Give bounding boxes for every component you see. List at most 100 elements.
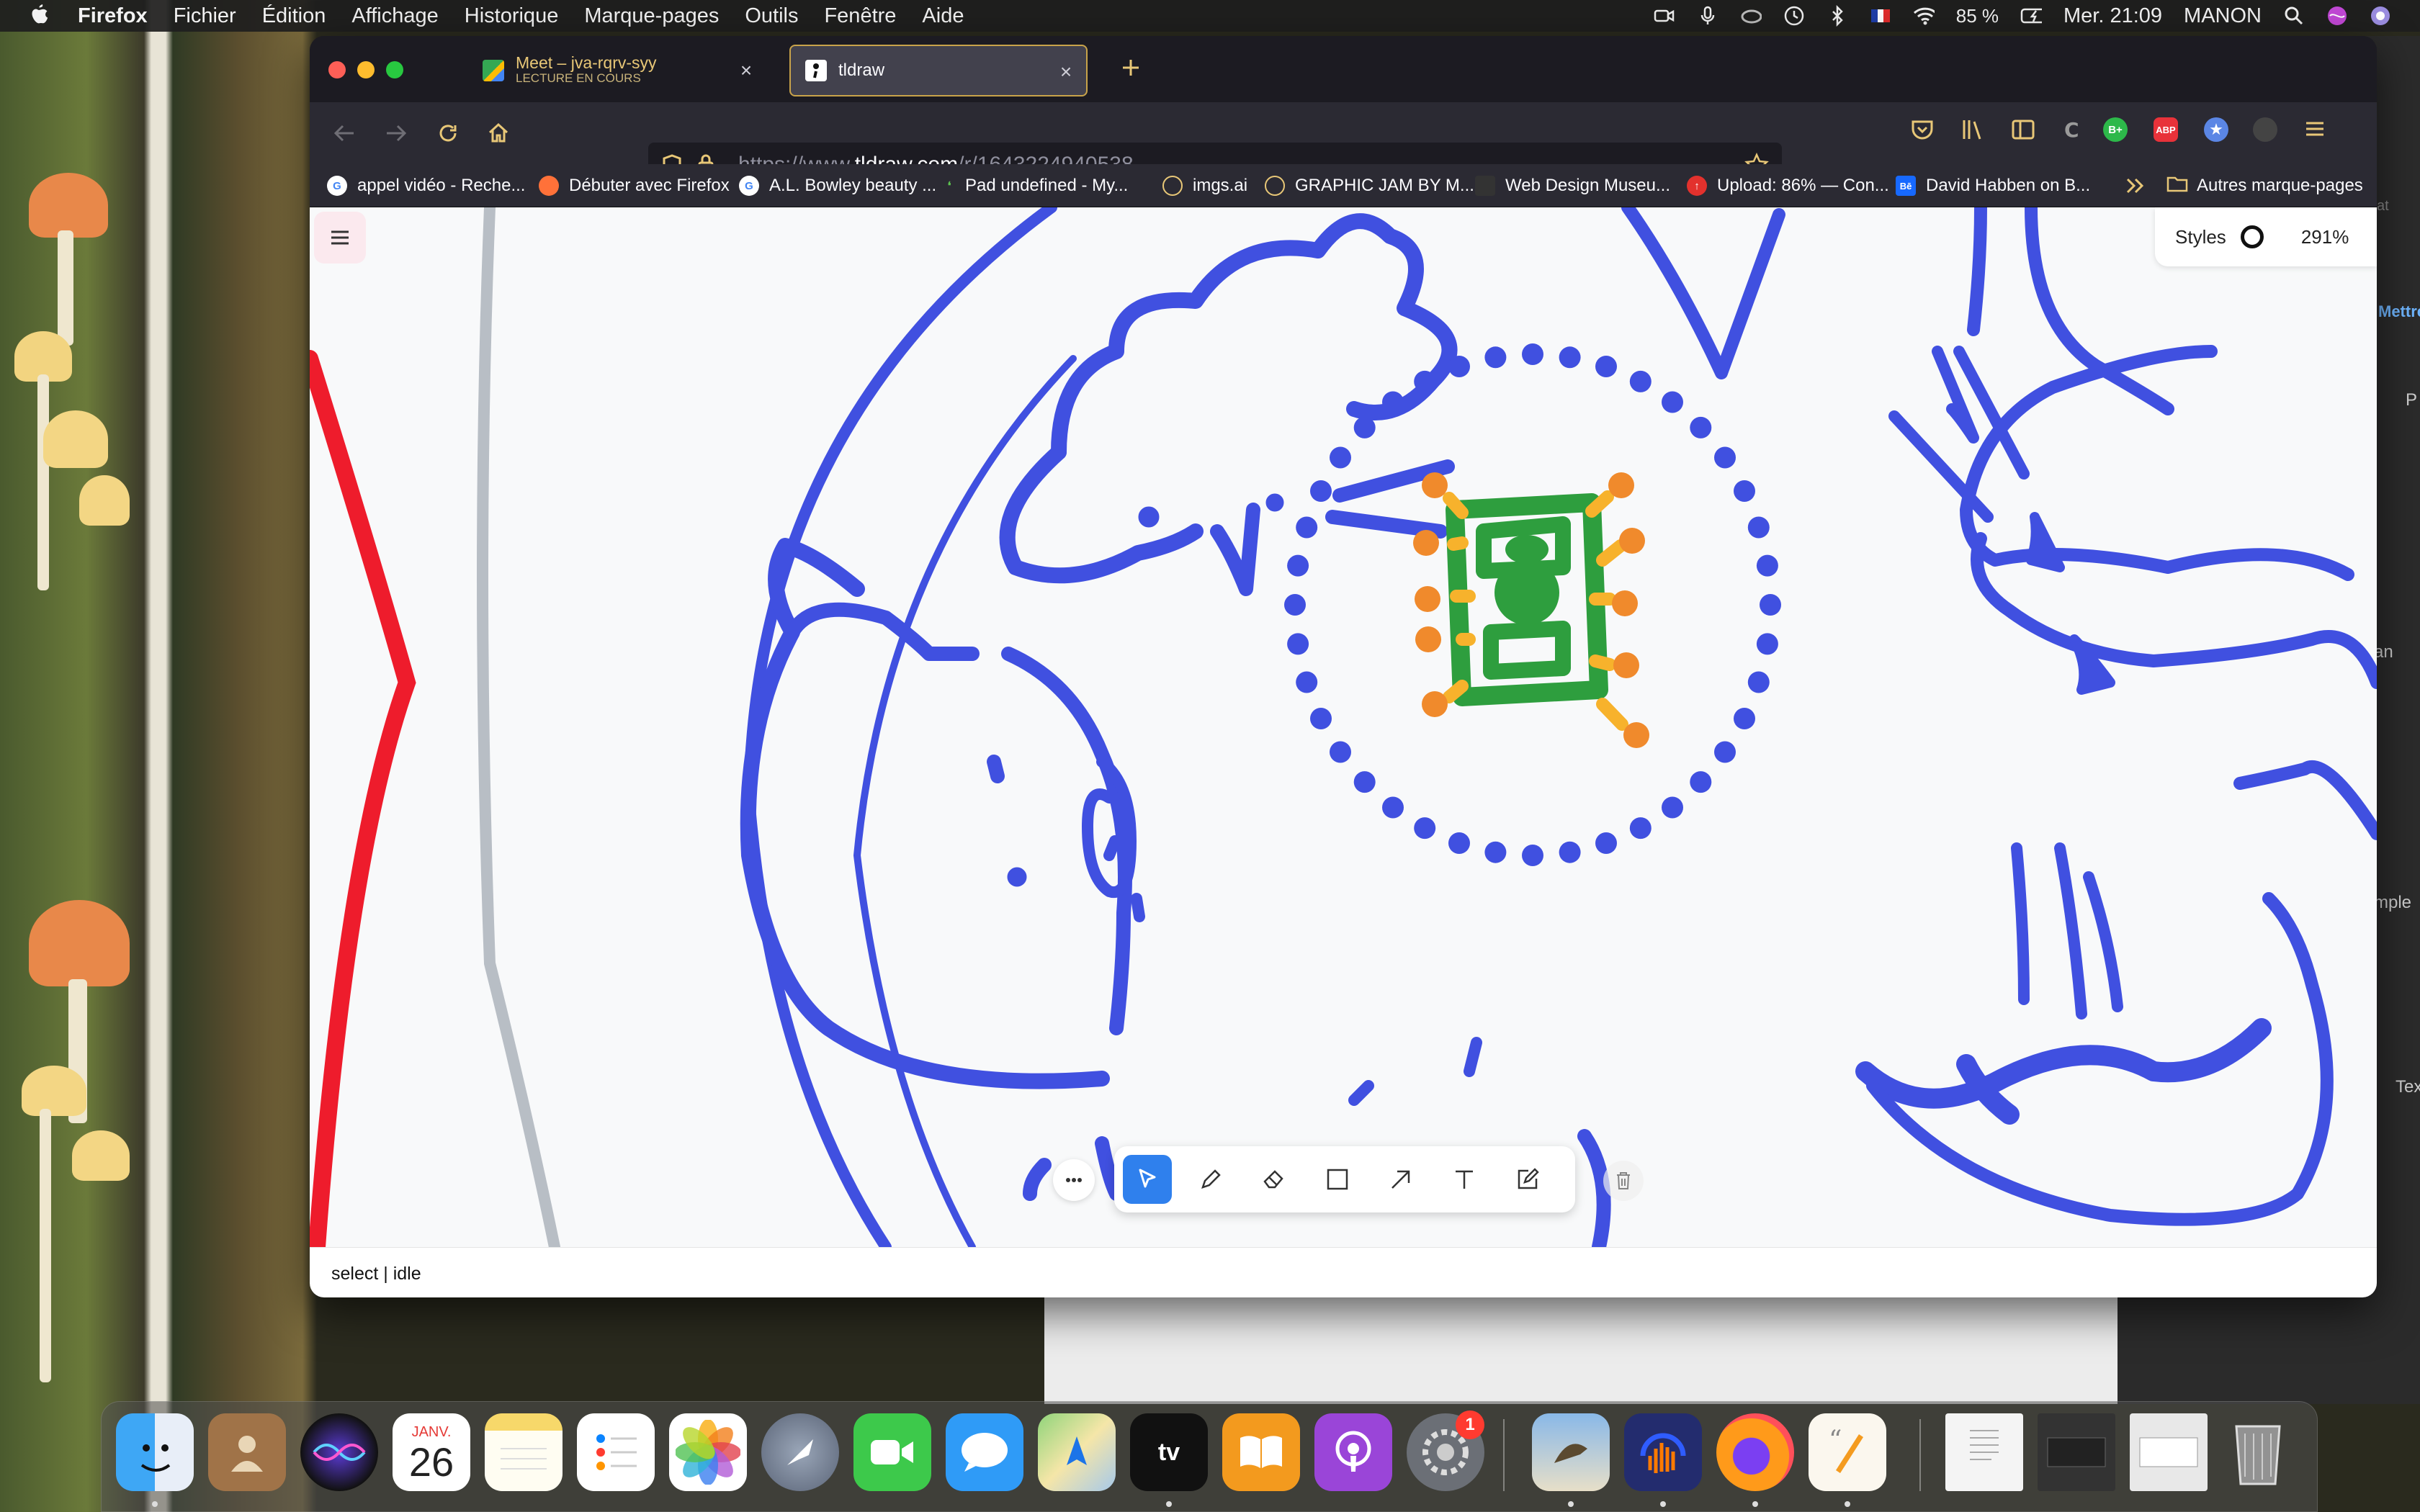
camera-icon[interactable] xyxy=(1654,5,1675,27)
drawing-layer[interactable] xyxy=(310,207,2377,1247)
hamburger-menu-icon[interactable] xyxy=(2303,117,2326,144)
extension-c-icon[interactable]: C xyxy=(2061,117,2086,145)
extension-star-icon[interactable]: ★ xyxy=(2204,117,2228,142)
siri-icon[interactable] xyxy=(300,1413,378,1491)
sticky-note-tool-button[interactable] xyxy=(1503,1155,1552,1204)
blue-hook-right xyxy=(2025,207,2174,415)
tldraw-canvas[interactable]: Styles 291% xyxy=(310,207,2377,1247)
more-options-button[interactable] xyxy=(1053,1159,1095,1201)
tab-meet[interactable]: Meet – jva-rqrv-syy LECTURE EN COURS × xyxy=(468,45,766,96)
calendar-icon[interactable]: JANV. 26 xyxy=(393,1413,470,1491)
rectangle-tool-button[interactable] xyxy=(1313,1155,1362,1204)
pages-icon[interactable]: “ xyxy=(1809,1413,1886,1491)
bookmark-item[interactable]: Web Design Museu... xyxy=(1475,173,1670,199)
wifi-icon[interactable] xyxy=(1913,5,1935,27)
main-menu-button[interactable] xyxy=(314,212,366,264)
french-flag-icon[interactable] xyxy=(1870,5,1891,27)
blue-eye xyxy=(1265,493,1284,512)
eraser-tool-button[interactable] xyxy=(1250,1155,1299,1204)
reload-icon[interactable] xyxy=(429,114,467,152)
styles-button[interactable]: Styles xyxy=(2175,226,2226,248)
bookmark-item[interactable]: Débuter avec Firefox xyxy=(539,173,730,199)
bookmarks-overflow-chevron-icon[interactable] xyxy=(2125,173,2146,199)
bluetooth-icon[interactable] xyxy=(1827,5,1848,27)
bookmarks-toolbar: Gappel vidéo - Reche... Débuter avec Fir… xyxy=(310,164,2377,207)
trash-icon[interactable] xyxy=(2219,1413,2297,1491)
messages-icon[interactable] xyxy=(946,1413,1023,1491)
launchpad-icon[interactable] xyxy=(761,1413,839,1491)
apple-menu-icon[interactable] xyxy=(29,4,50,28)
photos-icon[interactable] xyxy=(669,1413,747,1491)
siri-icon[interactable] xyxy=(2326,5,2348,27)
window-zoom-button[interactable] xyxy=(386,61,403,78)
bookmark-item[interactable]: Gappel vidéo - Reche... xyxy=(327,173,525,199)
delete-button[interactable] xyxy=(1603,1161,1644,1201)
back-arrow-icon[interactable] xyxy=(326,114,363,152)
apple-tv-icon[interactable]: tv xyxy=(1130,1413,1208,1491)
sidebar-icon[interactable] xyxy=(2011,117,2035,145)
bookmark-item[interactable]: ↑ Upload: 86% — Con... xyxy=(1687,173,1889,199)
spotlight-search-icon[interactable] xyxy=(2283,5,2305,27)
library-icon[interactable] xyxy=(1960,117,1985,145)
pdf-document-icon[interactable] xyxy=(1945,1413,2023,1491)
menu-affichage[interactable]: Affichage xyxy=(351,4,438,28)
downloads-stack-icon[interactable] xyxy=(2130,1413,2208,1491)
books-icon[interactable] xyxy=(1222,1413,1300,1491)
extension-bplus-icon[interactable]: B+ xyxy=(2103,117,2128,142)
time-machine-icon[interactable] xyxy=(1783,5,1805,27)
battery-icon[interactable] xyxy=(2020,5,2043,27)
window-minimize-button[interactable] xyxy=(357,61,375,78)
draw-tool-button[interactable] xyxy=(1186,1155,1235,1204)
pocket-icon[interactable] xyxy=(1910,117,1935,145)
text-tool-button[interactable] xyxy=(1440,1155,1489,1204)
style-circle-icon[interactable] xyxy=(2240,225,2264,248)
bookmark-item[interactable]: ❛ Pad undefined - My... xyxy=(944,173,1129,199)
zoom-level[interactable]: 291% xyxy=(2301,226,2349,248)
creative-cloud-icon[interactable] xyxy=(1740,5,1762,27)
bg-text: Tex xyxy=(2396,1077,2420,1097)
preview-icon[interactable] xyxy=(1532,1413,1610,1491)
bookmark-item[interactable]: G A.L. Bowley beauty ... xyxy=(739,173,936,199)
notes-icon[interactable] xyxy=(485,1413,563,1491)
contacts-icon[interactable] xyxy=(208,1413,286,1491)
podcasts-icon[interactable] xyxy=(1314,1413,1392,1491)
menu-app-name[interactable]: Firefox xyxy=(78,4,148,28)
select-tool-button[interactable] xyxy=(1123,1155,1172,1204)
menu-historique[interactable]: Historique xyxy=(465,4,559,28)
screenshot-thumbnail-icon[interactable] xyxy=(2038,1413,2115,1491)
tab-tldraw-title: tldraw xyxy=(838,60,885,80)
extension-face-icon[interactable] xyxy=(2253,117,2277,142)
microphone-icon[interactable] xyxy=(1697,5,1718,27)
arrow-tool-button[interactable] xyxy=(1376,1155,1425,1204)
bookmark-item[interactable]: imgs.ai xyxy=(1162,173,1247,199)
close-tab-icon[interactable]: × xyxy=(736,60,756,81)
firefox-icon[interactable] xyxy=(1716,1413,1794,1491)
clock[interactable]: Mer. 21:09 xyxy=(2063,4,2162,28)
menu-outils[interactable]: Outils xyxy=(745,4,798,28)
control-center-icon[interactable] xyxy=(2370,5,2391,27)
forward-arrow-icon[interactable] xyxy=(377,114,415,152)
finder-icon[interactable] xyxy=(116,1413,194,1491)
menu-edition[interactable]: Édition xyxy=(262,4,326,28)
menu-fenetre[interactable]: Fenêtre xyxy=(824,4,896,28)
new-tab-plus-icon[interactable] xyxy=(1115,52,1147,84)
bookmark-item[interactable]: Bē David Habben on B... xyxy=(1896,173,2090,199)
bookmark-item[interactable]: GRAPHIC JAM BY M... xyxy=(1265,173,1474,199)
audacity-icon[interactable] xyxy=(1624,1413,1702,1491)
menu-marque-pages[interactable]: Marque-pages xyxy=(584,4,719,28)
home-icon[interactable] xyxy=(480,114,517,152)
running-indicator xyxy=(1752,1501,1758,1507)
other-bookmarks-folder[interactable]: Autres marque-pages xyxy=(2166,173,2363,199)
window-close-button[interactable] xyxy=(328,61,346,78)
facetime-icon[interactable] xyxy=(853,1413,931,1491)
reminders-icon[interactable] xyxy=(577,1413,655,1491)
maps-icon[interactable] xyxy=(1038,1413,1116,1491)
tab-tldraw[interactable]: tldraw × xyxy=(789,45,1088,96)
menu-aide[interactable]: Aide xyxy=(922,4,964,28)
menu-fichier[interactable]: Fichier xyxy=(174,4,236,28)
macos-dock: JANV. 26 tv 1 “ xyxy=(101,1401,2318,1512)
user-name[interactable]: MANON xyxy=(2184,4,2262,28)
close-tab-icon[interactable]: × xyxy=(1056,62,1076,82)
adblock-plus-icon[interactable]: ABP xyxy=(2154,117,2178,142)
running-indicator xyxy=(1845,1501,1850,1507)
